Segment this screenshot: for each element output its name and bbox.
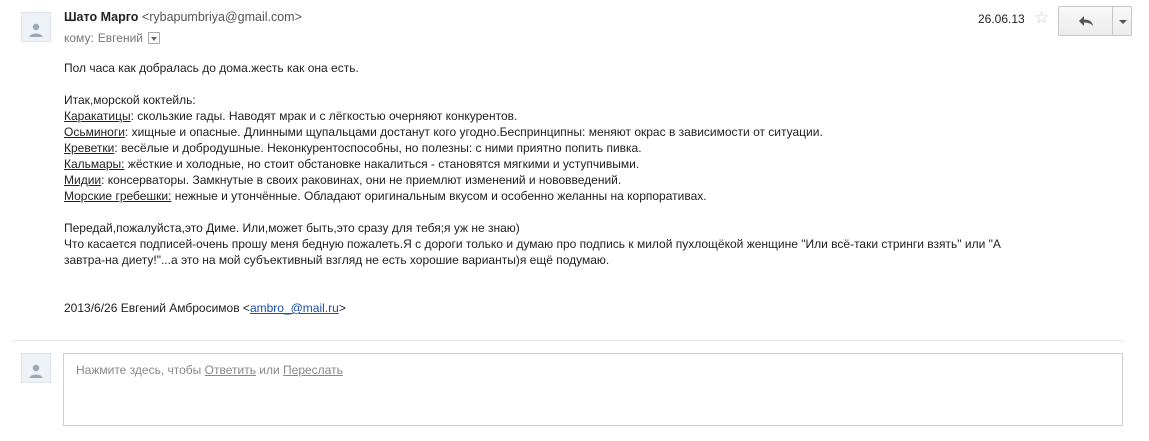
list-item: Креветки: весёлые и добродушные. Неконку… (64, 140, 1104, 156)
body-line: Пол часа как добралась до дома.жесть как… (64, 61, 359, 75)
list-item: Мидии: консерваторы. Замкнутые в своих р… (64, 172, 1104, 188)
reply-box[interactable]: Нажмите здесь, чтобы Ответить или Пересл… (63, 353, 1123, 426)
body-paragraph: Что касается подписей-очень прошу меня б… (64, 237, 1001, 251)
divider (12, 340, 1124, 341)
sender-email: <rybapumbriya@gmail.com> (141, 10, 302, 24)
list-item: Осьминоги: хищные и опасные. Длинными щу… (64, 124, 1104, 140)
item-term: Морские гребешки: (64, 189, 172, 203)
reply-arrow-icon (1078, 16, 1093, 26)
item-term: Кальмары: (64, 157, 125, 171)
item-term: Каракатицы (64, 109, 131, 123)
message-header: Шато Марго <rybapumbriya@gmail.com> кому… (64, 6, 1132, 54)
body-paragraph: завтра-на диету!"...а это на мой субъект… (64, 253, 610, 267)
person-icon (29, 23, 43, 37)
star-icon[interactable]: ☆ (1034, 8, 1049, 28)
forward-link[interactable]: Переслать (283, 363, 343, 377)
item-term: Осьминоги (64, 125, 125, 139)
or-text: или (255, 363, 284, 377)
sender-line: Шато Марго <rybapumbriya@gmail.com> (64, 10, 302, 24)
item-desc: жёсткие и холодные, но стоит обстановке … (124, 157, 640, 171)
message-body: Пол часа как добралась до дома.жесть как… (64, 60, 1104, 316)
recipient-line: кому: Евгений (64, 31, 160, 45)
body-paragraph: Передай,пожалуйста,это Диме. Или,может б… (64, 221, 520, 235)
reply-button[interactable] (1058, 6, 1112, 36)
to-label: кому: (64, 31, 94, 45)
message-date[interactable]: 26.06.13 (978, 12, 1025, 26)
item-term: Креветки (64, 141, 115, 155)
list-item: Морские гребешки: нежные и утончённые. О… (64, 188, 1104, 204)
item-desc: нежные и утончённые. Обладают оригинальн… (171, 189, 707, 203)
item-desc: : весёлые и добродушные. Неконкурентоспо… (114, 141, 642, 155)
quote-email-link[interactable]: ambro_@mail.ru (250, 301, 339, 315)
recipient-name: Евгений (97, 31, 143, 45)
person-icon (29, 364, 43, 378)
user-avatar (21, 353, 51, 383)
reply-link[interactable]: Ответить (205, 363, 256, 377)
quote-prefix: 2013/6/26 Евгений Амбросимов < (64, 301, 250, 315)
item-desc: : хищные и опасные. Длинными щупальцами … (124, 125, 823, 139)
item-desc: : скользкие гады. Наводят мрак и с лёгко… (130, 109, 518, 123)
details-dropdown-icon[interactable] (147, 32, 160, 44)
reply-button-group (1058, 6, 1132, 36)
list-item: Каракатицы: скользкие гады. Наводят мрак… (64, 108, 1104, 124)
more-actions-button[interactable] (1112, 6, 1132, 36)
item-term: Мидии (64, 173, 102, 187)
list-item: Кальмары: жёсткие и холодные, но стоит о… (64, 156, 1104, 172)
item-desc: : консерваторы. Замкнутые в своих ракови… (101, 173, 622, 187)
quote-suffix: > (338, 301, 346, 315)
reply-prompt: Нажмите здесь, чтобы (76, 363, 205, 377)
quote-header: 2013/6/26 Евгений Амбросимов <ambro_@mai… (64, 300, 1104, 316)
sender-name[interactable]: Шато Марго (64, 10, 138, 24)
body-intro: Итак,морской коктейль: (64, 93, 196, 107)
sender-avatar (21, 12, 51, 42)
